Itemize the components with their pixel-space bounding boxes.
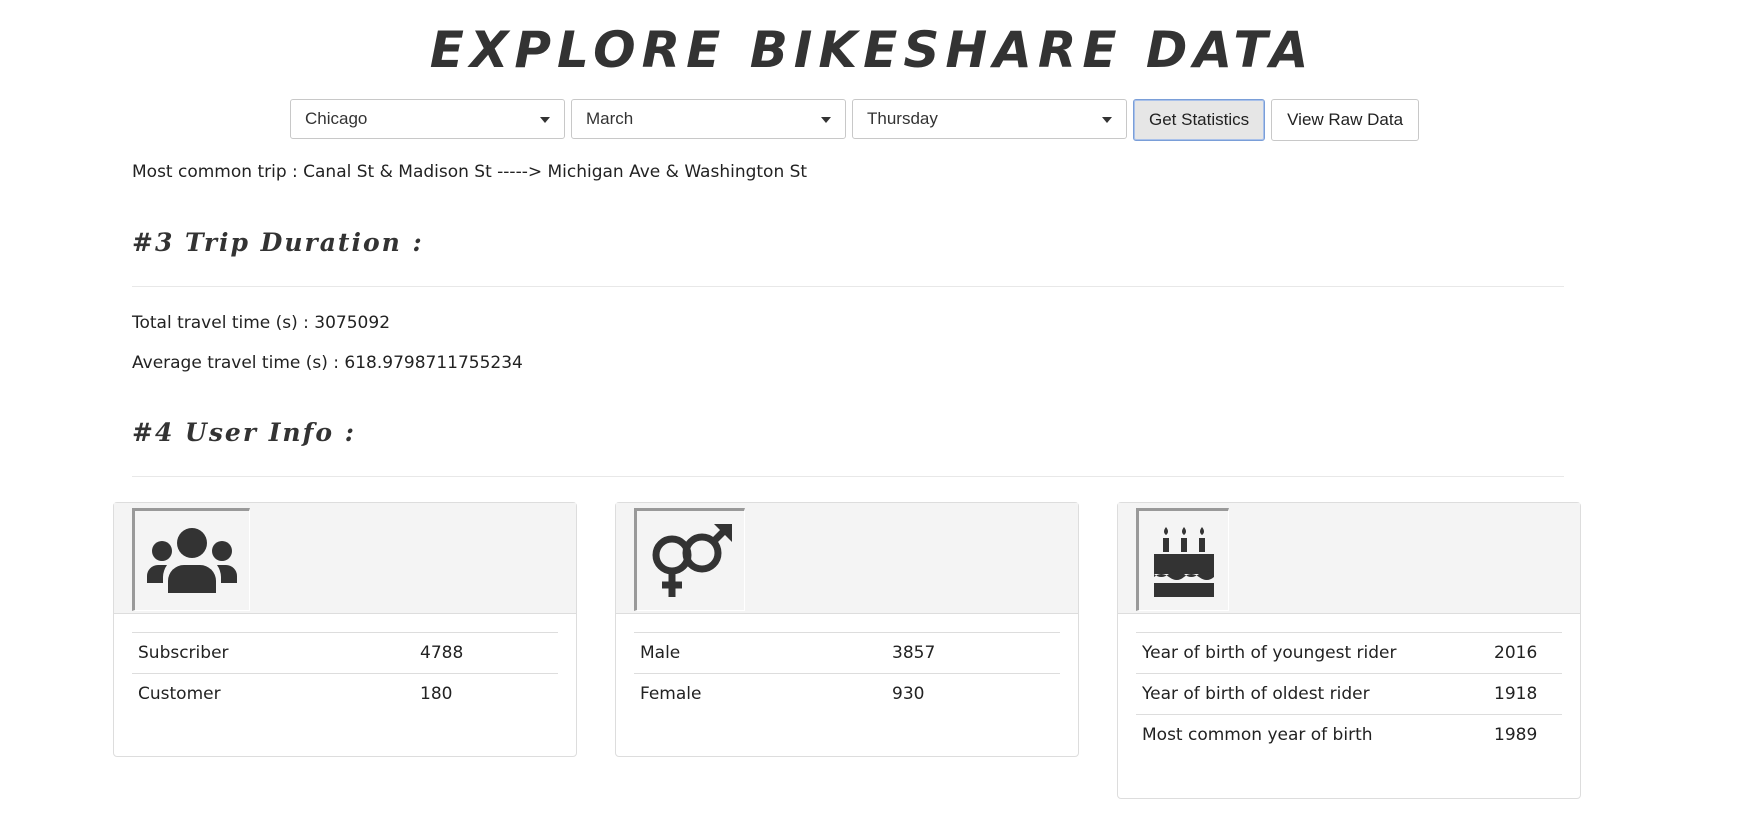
table-row: Subscriber 4788 [132,632,558,674]
average-travel-time: Average travel time (s) : 618.9798711755… [132,353,523,373]
birthday-cake-icon [1153,526,1214,597]
gender-card: Male 3857 Female 930 [615,502,1079,757]
day-select[interactable]: Thursday [852,99,1127,139]
row-value: 1989 [1488,714,1562,755]
row-label: Female [634,673,886,714]
icon-frame [634,508,745,611]
view-raw-data-button[interactable]: View Raw Data [1271,99,1420,141]
card-header [616,503,1078,614]
card-header [114,503,576,614]
day-select-value: Thursday [867,109,938,128]
gender-table: Male 3857 Female 930 [634,632,1060,714]
row-label: Year of birth of oldest rider [1136,673,1488,715]
row-label: Customer [132,673,414,714]
city-select[interactable]: Chicago [290,99,565,139]
section-divider [132,476,1564,477]
user-types-table: Subscriber 4788 Customer 180 [132,632,558,714]
month-select[interactable]: March [571,99,846,139]
row-value: 930 [886,673,1060,714]
table-row: Year of birth of youngest rider 2016 [1136,632,1562,674]
user-types-card: Subscriber 4788 Customer 180 [113,502,577,757]
icon-frame [1136,508,1229,611]
table-row: Most common year of birth 1989 [1136,714,1562,755]
section-divider [132,286,1564,287]
get-statistics-button[interactable]: Get Statistics [1133,99,1266,141]
city-select-value: Chicago [305,109,368,128]
month-select-value: March [586,109,634,128]
title-wrap: EXPLORE BIKESHARE DATA [0,22,1744,78]
card-header [1118,503,1580,614]
icon-frame [132,508,250,611]
birth-year-table: Year of birth of youngest rider 2016 Yea… [1136,632,1562,755]
most-common-trip: Most common trip : Canal St & Madison St… [132,162,808,182]
users-icon [147,527,237,593]
birth-year-card: Year of birth of youngest rider 2016 Yea… [1117,502,1581,799]
trip-duration-heading: #3 Trip Duration : [132,228,424,257]
table-row: Customer 180 [132,673,558,714]
table-row: Year of birth of oldest rider 1918 [1136,673,1562,715]
page: EXPLORE BIKESHARE DATA Chicago March Thu… [0,0,1744,826]
chevron-down-icon [540,117,550,123]
row-value: 1918 [1488,673,1562,715]
venus-mars-icon [652,523,732,597]
row-label: Most common year of birth [1136,714,1488,755]
chevron-down-icon [821,117,831,123]
row-value: 4788 [414,632,558,674]
filter-controls: Chicago March Thursday Get Statistics Vi… [290,99,1420,141]
row-label: Year of birth of youngest rider [1136,632,1488,674]
user-info-heading: #4 User Info : [132,418,356,447]
row-value: 3857 [886,632,1060,674]
chevron-down-icon [1102,117,1112,123]
table-row: Male 3857 [634,632,1060,674]
row-value: 2016 [1488,632,1562,674]
page-title: EXPLORE BIKESHARE DATA [429,21,1315,79]
total-travel-time: Total travel time (s) : 3075092 [132,313,391,333]
row-label: Male [634,632,886,674]
table-row: Female 930 [634,673,1060,714]
row-label: Subscriber [132,632,414,674]
row-value: 180 [414,673,558,714]
